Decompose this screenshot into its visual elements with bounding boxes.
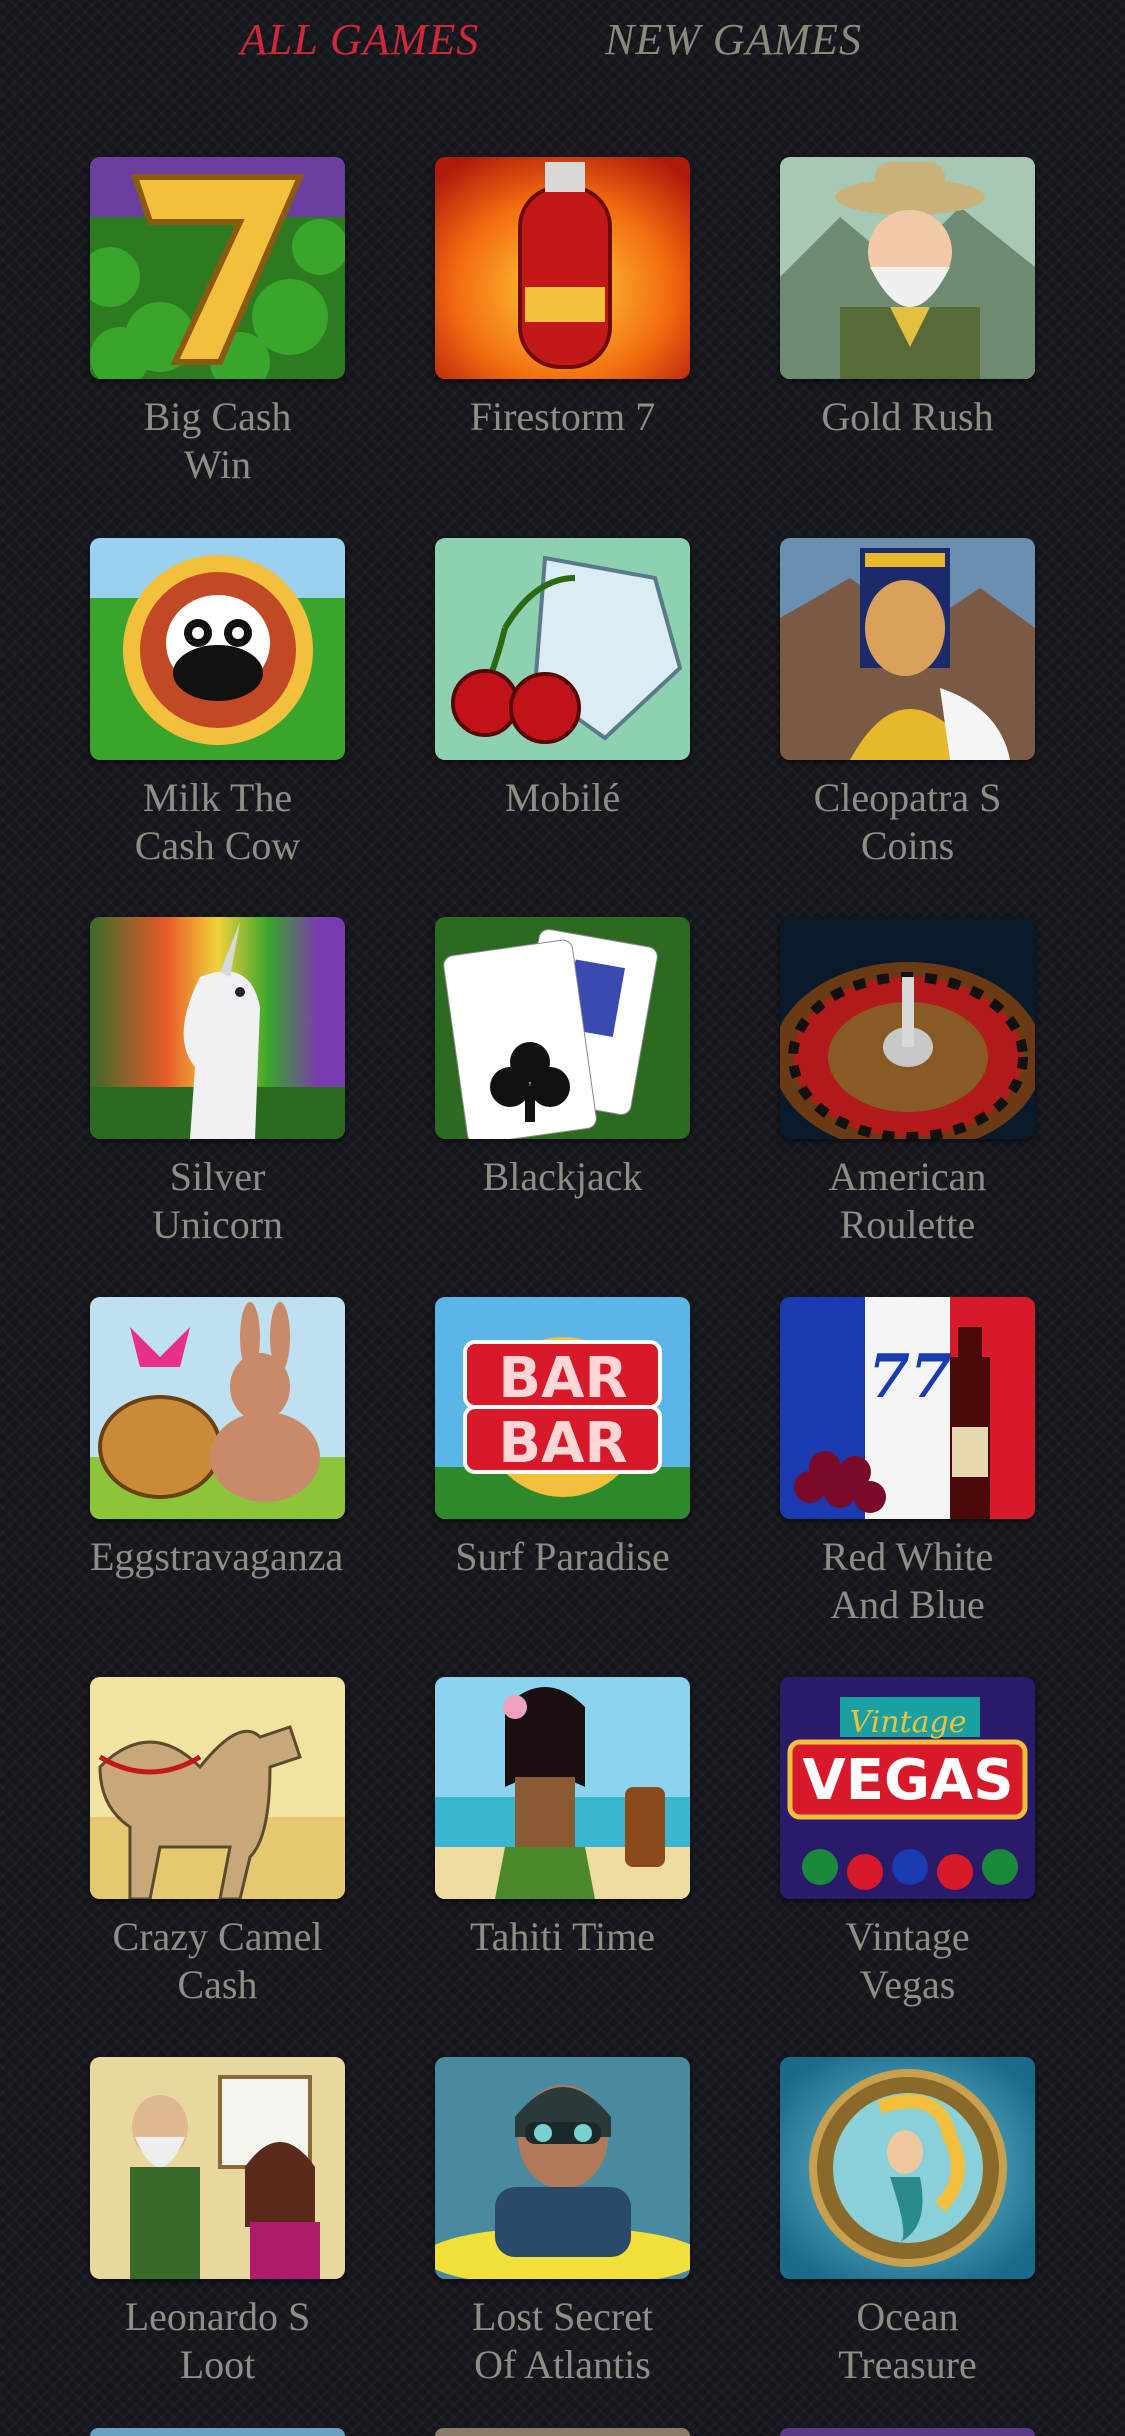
game-title: Tahiti Time — [469, 1914, 656, 1959]
game-title: Cleopatra S Coins — [813, 775, 1002, 868]
game-card-firestorm-7[interactable]: Firestorm 7 — [435, 157, 690, 441]
game-title: Milk The Cash Cow — [134, 775, 301, 868]
prospector-icon — [780, 157, 1035, 379]
game-title: Gold Rush — [821, 394, 994, 439]
next-row-peek — [0, 2428, 1125, 2436]
vegas-sign-icon: Vintage VEGAS — [780, 1677, 1035, 1899]
game-thumb-partial — [90, 2428, 345, 2436]
game-card-gold-rush[interactable]: Gold Rush — [780, 157, 1035, 441]
game-thumb-partial — [435, 2428, 690, 2436]
game-card-american-roulette[interactable]: American Roulette — [780, 917, 1035, 1249]
game-card-vintage-vegas[interactable]: Vintage VEGAS Vintage Vegas — [780, 1677, 1035, 2009]
game-title: Silver Unicorn — [151, 1154, 284, 1247]
game-title: Leonardo S Loot — [124, 2294, 311, 2387]
game-title: American Roulette — [828, 1154, 987, 1247]
game-title: Big Cash Win — [143, 394, 292, 487]
diver-icon — [435, 2057, 690, 2279]
game-card-milk-the-cash-cow[interactable]: Milk The Cash Cow — [90, 538, 345, 870]
tab-new-games[interactable]: NEW GAMES — [605, 14, 862, 65]
hula-girl-icon — [435, 1677, 690, 1899]
game-tabs: ALL GAMES NEW GAMES — [0, 0, 1125, 90]
golden-seven-icon — [90, 157, 345, 379]
game-title: Eggstravaganza — [90, 1534, 344, 1579]
game-title: Vintage Vegas — [845, 1914, 970, 2007]
svg-text:77: 77 — [868, 1342, 952, 1412]
bar-bar-icon: BAR BAR — [435, 1297, 690, 1519]
game-title: Red White And Blue — [821, 1534, 994, 1627]
playing-cards-icon — [435, 917, 690, 1139]
svg-text:VEGAS: VEGAS — [802, 1748, 1013, 1813]
game-card-crazy-camel-cash[interactable]: Crazy Camel Cash — [90, 1677, 345, 2009]
game-title: Surf Paradise — [455, 1534, 670, 1579]
mermaid-porthole-icon — [780, 2057, 1035, 2279]
game-card-cleopatra-s-coins[interactable]: Cleopatra S Coins — [780, 538, 1035, 870]
cleopatra-icon — [780, 538, 1035, 760]
svg-text:BAR: BAR — [498, 1411, 627, 1476]
diamond-cherries-icon — [435, 538, 690, 760]
tab-all-games[interactable]: ALL GAMES — [240, 14, 479, 65]
painter-icon — [90, 2057, 345, 2279]
game-card-tahiti-time[interactable]: Tahiti Time — [435, 1677, 690, 1961]
game-card-eggstravaganza[interactable]: Eggstravaganza — [90, 1297, 345, 1581]
game-title: Blackjack — [482, 1154, 643, 1199]
game-card-silver-unicorn[interactable]: Silver Unicorn — [90, 917, 345, 1249]
game-card-surf-paradise[interactable]: BAR BAR Surf Paradise — [435, 1297, 690, 1581]
game-card-blackjack[interactable]: Blackjack — [435, 917, 690, 1201]
camel-icon — [90, 1677, 345, 1899]
game-card-big-cash-win[interactable]: Big Cash Win — [90, 157, 345, 489]
game-card-ocean-treasure[interactable]: Ocean Treasure — [780, 2057, 1035, 2389]
game-card-leonardo-s-loot[interactable]: Leonardo S Loot — [90, 2057, 345, 2389]
bunny-basket-icon — [90, 1297, 345, 1519]
svg-text:Vintage: Vintage — [850, 1705, 967, 1740]
game-title: Mobilé — [504, 775, 621, 820]
fire-extinguisher-icon — [435, 157, 690, 379]
game-thumb-partial — [780, 2428, 1035, 2436]
game-title: Ocean Treasure — [838, 2294, 977, 2387]
game-card-mobile[interactable]: Mobilé — [435, 538, 690, 822]
cow-badge-icon — [90, 538, 345, 760]
svg-text:BAR: BAR — [498, 1346, 627, 1411]
game-title: Crazy Camel Cash — [112, 1914, 323, 2007]
game-title: Lost Secret Of Atlantis — [471, 2294, 654, 2387]
unicorn-icon — [90, 917, 345, 1139]
wine-grapes-icon: 77 — [780, 1297, 1035, 1519]
game-title: Firestorm 7 — [469, 394, 656, 439]
roulette-wheel-icon — [780, 917, 1035, 1139]
game-card-lost-secret-of-atlantis[interactable]: Lost Secret Of Atlantis — [435, 2057, 690, 2389]
game-card-red-white-and-blue[interactable]: 77 Red White And Blue — [780, 1297, 1035, 1629]
